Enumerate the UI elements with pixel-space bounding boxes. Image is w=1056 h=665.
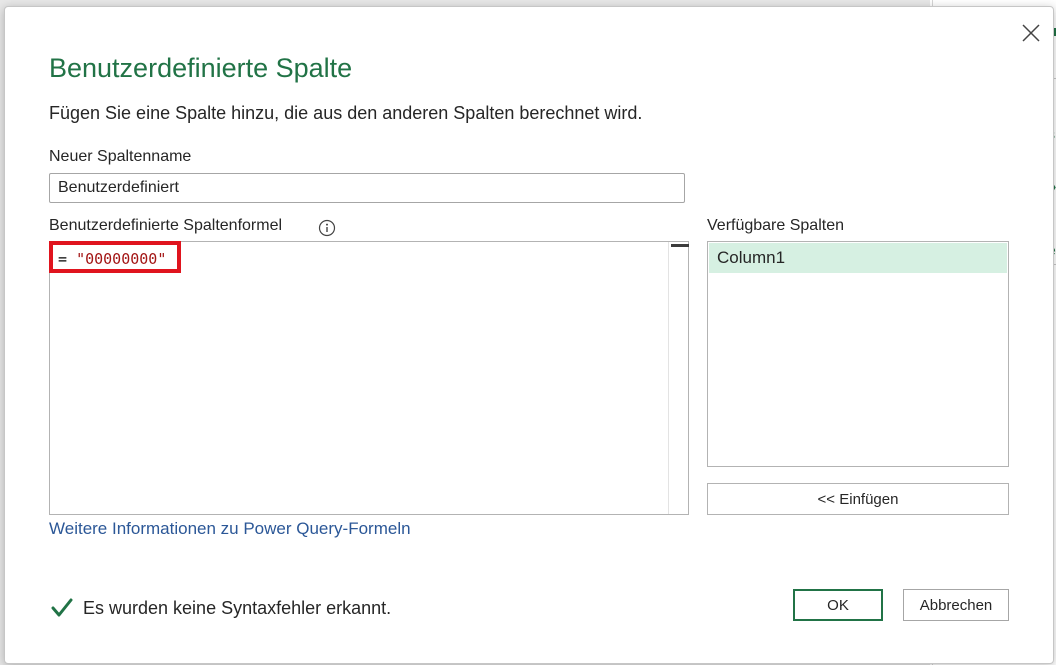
available-columns-list[interactable]: Column1 bbox=[707, 241, 1009, 467]
formula-code: = "00000000" bbox=[58, 250, 166, 268]
formula-editor[interactable]: = "00000000" bbox=[49, 241, 689, 515]
list-item-column1[interactable]: Column1 bbox=[709, 243, 1007, 273]
dialog-subtitle: Fügen Sie eine Spalte hinzu, die aus den… bbox=[49, 103, 643, 123]
formula-string-literal: "00000000" bbox=[76, 250, 167, 268]
status-text: Es wurden keine Syntaxfehler erkannt. bbox=[83, 597, 392, 618]
insert-button[interactable]: << Einfügen bbox=[707, 483, 1009, 515]
info-icon[interactable] bbox=[318, 219, 336, 237]
custom-column-dialog: Benutzerdefinierte Spalte Fügen Sie eine… bbox=[4, 6, 1054, 664]
learn-more-link[interactable]: Weitere Informationen zu Power Query-For… bbox=[49, 519, 411, 539]
available-columns-label: Verfügbare Spalten bbox=[707, 217, 844, 234]
syntax-status: Es wurden keine Syntaxfehler erkannt. bbox=[51, 593, 391, 623]
formula-label: Benutzerdefinierte Spaltenformel bbox=[49, 217, 283, 234]
checkmark-icon bbox=[51, 598, 73, 617]
column-name-label: Neuer Spaltenname bbox=[49, 148, 192, 165]
ok-button[interactable]: OK bbox=[793, 589, 883, 621]
formula-scrollbar[interactable] bbox=[668, 242, 689, 514]
close-button[interactable] bbox=[1019, 21, 1043, 45]
scrollbar-thumb[interactable] bbox=[671, 244, 689, 247]
cancel-button[interactable]: Abbrechen bbox=[903, 589, 1009, 621]
formula-operator: = bbox=[58, 250, 77, 268]
dialog-title: Benutzerdefinierte Spalte bbox=[49, 53, 353, 83]
close-icon bbox=[1022, 24, 1040, 42]
column-name-input[interactable] bbox=[49, 173, 685, 203]
